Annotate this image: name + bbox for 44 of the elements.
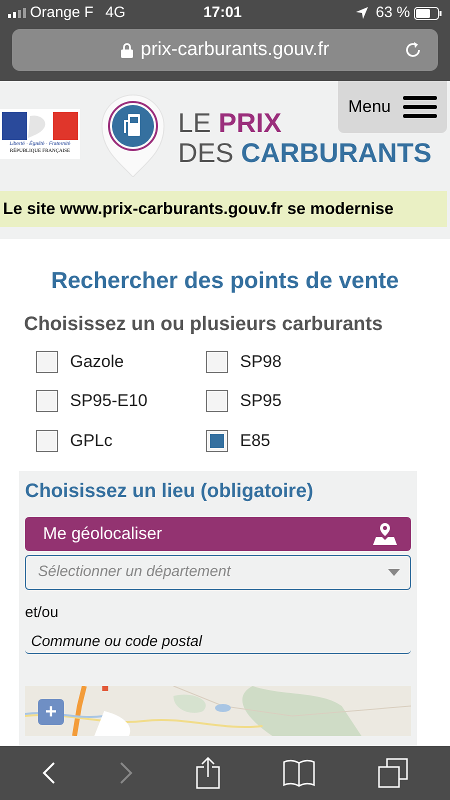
fuel-checkbox[interactable]: Gazole [36, 348, 206, 374]
battery-icon [414, 6, 442, 20]
battery-percent: 63 % [376, 2, 410, 23]
signal-icon [8, 8, 26, 18]
fuel-checkbox[interactable]: E85 [206, 428, 376, 454]
checkbox[interactable] [36, 430, 58, 452]
bookmarks-icon[interactable] [283, 759, 316, 787]
fuel-pump-pin-icon [100, 93, 166, 177]
location-arrow-icon [356, 7, 368, 19]
menu-icon [402, 96, 437, 118]
checkbox[interactable] [206, 390, 228, 412]
checkbox[interactable] [36, 390, 58, 412]
carrier-name: Orange F [30, 2, 94, 23]
network-type: 4G [105, 2, 126, 23]
dropdown-caret-icon [388, 568, 400, 576]
and-or-label: et/ou [25, 602, 60, 622]
reload-icon[interactable] [404, 41, 422, 59]
forward-icon[interactable] [118, 762, 133, 784]
logo-text: LE [178, 108, 212, 138]
map-pin-icon [373, 522, 397, 544]
fuel-section-title: Choisissez un ou plusieurs carburants [24, 312, 383, 336]
url-text: prix-carburants.gouv.fr [140, 38, 330, 62]
tabs-icon[interactable] [378, 758, 408, 788]
fuel-checkbox[interactable]: SP95-E10 [36, 388, 206, 414]
search-title: Rechercher des points de vente [51, 266, 399, 295]
back-icon[interactable] [42, 762, 56, 784]
fuel-checkbox[interactable]: SP98 [206, 348, 376, 374]
checkbox[interactable] [206, 430, 228, 452]
department-placeholder: Sélectionner un département [38, 562, 231, 582]
logo-text: DES [178, 138, 234, 168]
fuel-checkbox[interactable]: GPLc [36, 428, 206, 454]
flag-icon [2, 112, 78, 140]
clock: 17:01 [203, 2, 242, 23]
place-title: Choisissez un lieu (obligatoire) [25, 479, 314, 504]
geolocate-button[interactable]: Me géolocaliser [25, 516, 411, 550]
fuel-checkbox[interactable]: SP95 [206, 388, 376, 414]
checkbox[interactable] [36, 350, 58, 372]
lock-icon [120, 42, 133, 58]
share-icon[interactable] [196, 757, 220, 789]
logo-text: CARBURANTS [241, 138, 432, 168]
checkbox[interactable] [206, 350, 228, 372]
logo-text: PRIX [218, 108, 282, 138]
announcement-text: Le site www.prix-carburants.gouv.fr se modernise [3, 198, 394, 220]
menu-button[interactable]: Menu [338, 81, 447, 133]
